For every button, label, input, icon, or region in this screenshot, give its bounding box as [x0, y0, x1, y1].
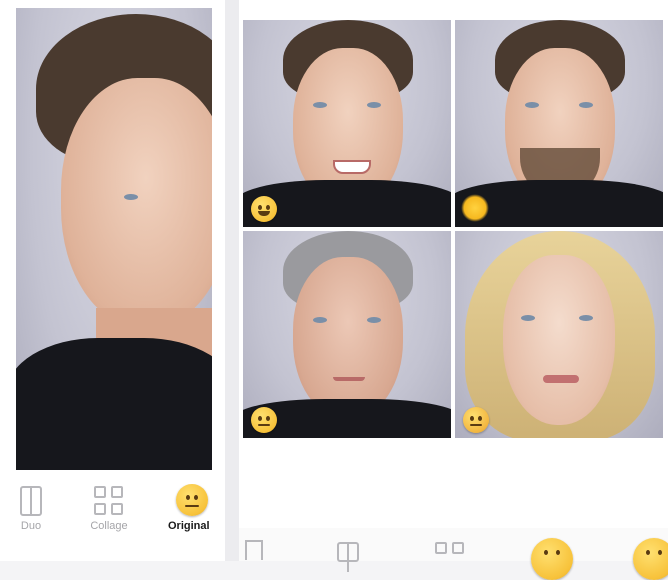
- screen-divider: [225, 0, 239, 561]
- tab-duo[interactable]: Duo: [14, 486, 48, 532]
- collage-cell-smile[interactable]: [243, 20, 451, 227]
- sun-emoji-icon: [461, 194, 489, 222]
- tab-duo-label: Duo: [20, 520, 42, 532]
- tab-original[interactable]: Original: [166, 484, 222, 532]
- old-man-emoji-icon: [251, 407, 277, 433]
- collage-cell-beard[interactable]: [455, 20, 663, 227]
- right-phone-screen: [239, 0, 668, 580]
- emoji-icon[interactable]: [633, 538, 668, 580]
- neutral-face-emoji-icon: [176, 484, 208, 516]
- left-phone-screen: Duo Collage Original: [0, 0, 225, 561]
- tab-original-label: Original: [168, 520, 210, 532]
- left-bottom-tabbar: Duo Collage Original: [0, 470, 225, 561]
- right-bottom-tabbar: [239, 528, 668, 580]
- edit-icon[interactable]: [245, 540, 263, 560]
- collage-cell-female[interactable]: [455, 231, 663, 438]
- collage-cell-old[interactable]: [243, 231, 451, 438]
- woman-emoji-icon: [463, 407, 489, 433]
- duo-icon[interactable]: [337, 542, 359, 572]
- collage-icon[interactable]: [435, 542, 465, 562]
- duo-icon: [20, 486, 42, 516]
- original-portrait-photo: [16, 8, 212, 470]
- neutral-face-emoji-icon[interactable]: [531, 538, 573, 580]
- filter-collage-grid: [243, 20, 664, 438]
- collage-icon: [94, 486, 124, 516]
- tab-collage[interactable]: Collage: [84, 486, 134, 532]
- tab-collage-label: Collage: [90, 520, 128, 532]
- grinning-face-emoji-icon: [251, 196, 277, 222]
